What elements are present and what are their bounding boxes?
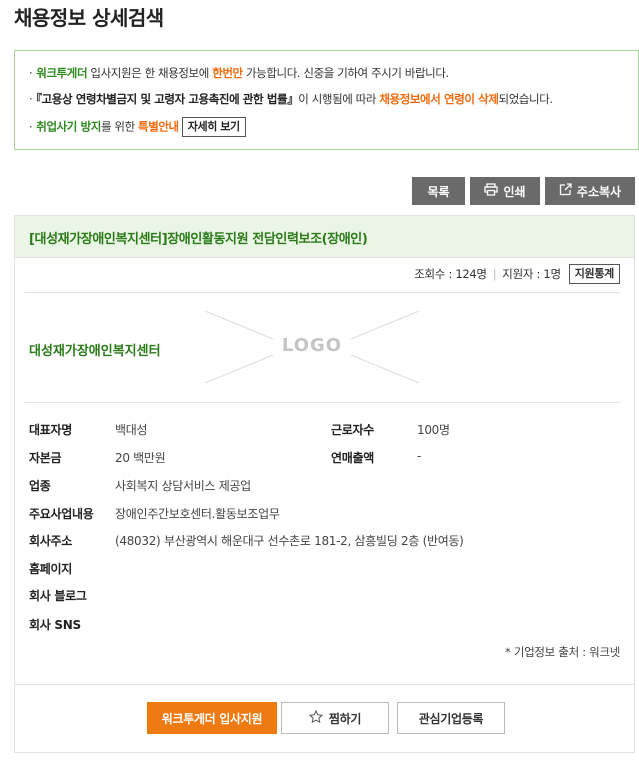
list-button-label: 목록 — [427, 184, 450, 199]
divider — [25, 402, 620, 403]
separator: | — [492, 267, 497, 281]
bullet: · — [29, 92, 33, 106]
sns-label: 회사 SNS — [29, 618, 81, 632]
homepage-label: 홈페이지 — [29, 562, 72, 576]
logo-text: LOGO — [281, 335, 343, 356]
capital-value: 20 백만원 — [115, 451, 166, 465]
page-title: 채용정보 상세검색 — [14, 6, 164, 30]
copy-address-button[interactable]: 주소복사 — [545, 177, 635, 205]
notice-text: 되었습니다. — [498, 92, 554, 106]
star-icon — [308, 709, 323, 727]
revenue-label: 연매출액 — [331, 451, 374, 465]
notice-text: 입사지원은 한 채용정보에 — [87, 66, 213, 80]
notice-box: · 워크투게더 입사지원은 한 채용정보에 한번만 가능합니다. 신중을 기하여 … — [14, 50, 639, 150]
fraud-text: 취업사기 방지 — [36, 119, 101, 134]
notice-text: 가능합니다. 신중을 기하여 주시기 바랍니다. — [242, 66, 449, 80]
job-title: [대성재가장애인복지센터]장애인활동지원 전담인력보조(장애인) — [15, 216, 634, 258]
list-button[interactable]: 목록 — [412, 177, 465, 205]
brand-text: 워크투게더 — [36, 66, 88, 80]
notice-highlight: 특별안내 — [138, 119, 179, 134]
company-name: 대성재가장애인복지센터 — [29, 344, 161, 359]
print-button[interactable]: 인쇄 — [470, 177, 540, 205]
business-label: 주요사업내용 — [29, 507, 94, 521]
views-count: 조회수 : 124명 — [414, 267, 487, 281]
notice-line-apply-once: · 워크투게더 입사지원은 한 채용정보에 한번만 가능합니다. 신중을 기하여 … — [29, 65, 638, 91]
industry-label: 업종 — [29, 479, 51, 493]
divider — [15, 684, 634, 685]
address-label: 회사주소 — [29, 534, 72, 548]
law-name: 『고용상 연령차별금지 및 고령자 고용촉진에 관한 법률』 — [36, 92, 299, 106]
employees-label: 근로자수 — [331, 423, 374, 437]
apply-button[interactable]: 워크투게더 입사지원 — [147, 702, 277, 734]
copy-address-label: 주소복사 — [576, 184, 622, 199]
notice-highlight: 한번만 — [212, 66, 243, 80]
address-value: (48032) 부산광역시 해운대구 선수촌로 181-2, 삼흥빌딩 2층 (… — [115, 534, 464, 548]
capital-label: 자본금 — [29, 451, 62, 465]
bullet: · — [29, 119, 33, 134]
job-stats: 조회수 : 124명 | 지원자 : 1명 지원통계 — [414, 264, 620, 284]
toolbar: 목록 인쇄 주소복사 — [412, 177, 635, 205]
blog-label: 회사 블로그 — [29, 589, 87, 603]
favorite-company-label: 관심기업등록 — [418, 711, 484, 726]
notice-highlight: 채용정보에서 연령이 삭제 — [379, 92, 499, 106]
favorite-company-button[interactable]: 관심기업등록 — [397, 702, 505, 734]
apply-stats-button[interactable]: 지원통계 — [568, 264, 620, 284]
industry-value: 사회복지 상담서비스 제공업 — [115, 479, 251, 493]
apply-button-label: 워크투게더 입사지원 — [161, 711, 263, 726]
action-bar: 워크투게더 입사지원 찜하기 관심기업등록 — [147, 702, 505, 734]
ceo-value: 백대성 — [115, 423, 148, 437]
company-logo-placeholder: LOGO — [203, 309, 421, 385]
business-value: 장애인주간보호센터.활동보조업무 — [115, 507, 280, 521]
external-link-icon — [559, 183, 572, 199]
revenue-value: - — [417, 449, 422, 463]
detail-view-button[interactable]: 자세히 보기 — [181, 117, 246, 137]
notice-line-fraud: · 취업사기 방지를 위한 특별안내 자세히 보기 — [29, 117, 638, 143]
applicants-count: 지원자 : 1명 — [502, 267, 561, 281]
ceo-label: 대표자명 — [29, 423, 72, 437]
notice-text: 를 위한 — [100, 119, 139, 134]
employees-value: 100명 — [417, 423, 450, 437]
scrap-button[interactable]: 찜하기 — [281, 702, 389, 734]
divider — [25, 292, 620, 293]
printer-icon — [484, 183, 499, 199]
notice-text: 이 시행됨에 따라 — [298, 92, 380, 106]
print-button-label: 인쇄 — [503, 184, 526, 199]
bullet: · — [29, 66, 33, 80]
job-detail-card: [대성재가장애인복지센터]장애인활동지원 전담인력보조(장애인) 조회수 : 1… — [14, 215, 635, 753]
info-source: * 기업정보 출처 : 워크넷 — [505, 645, 620, 659]
notice-line-age-law: · 『고용상 연령차별금지 및 고령자 고용촉진에 관한 법률』이 시행됨에 따라… — [29, 91, 638, 117]
scrap-button-label: 찜하기 — [328, 711, 362, 726]
